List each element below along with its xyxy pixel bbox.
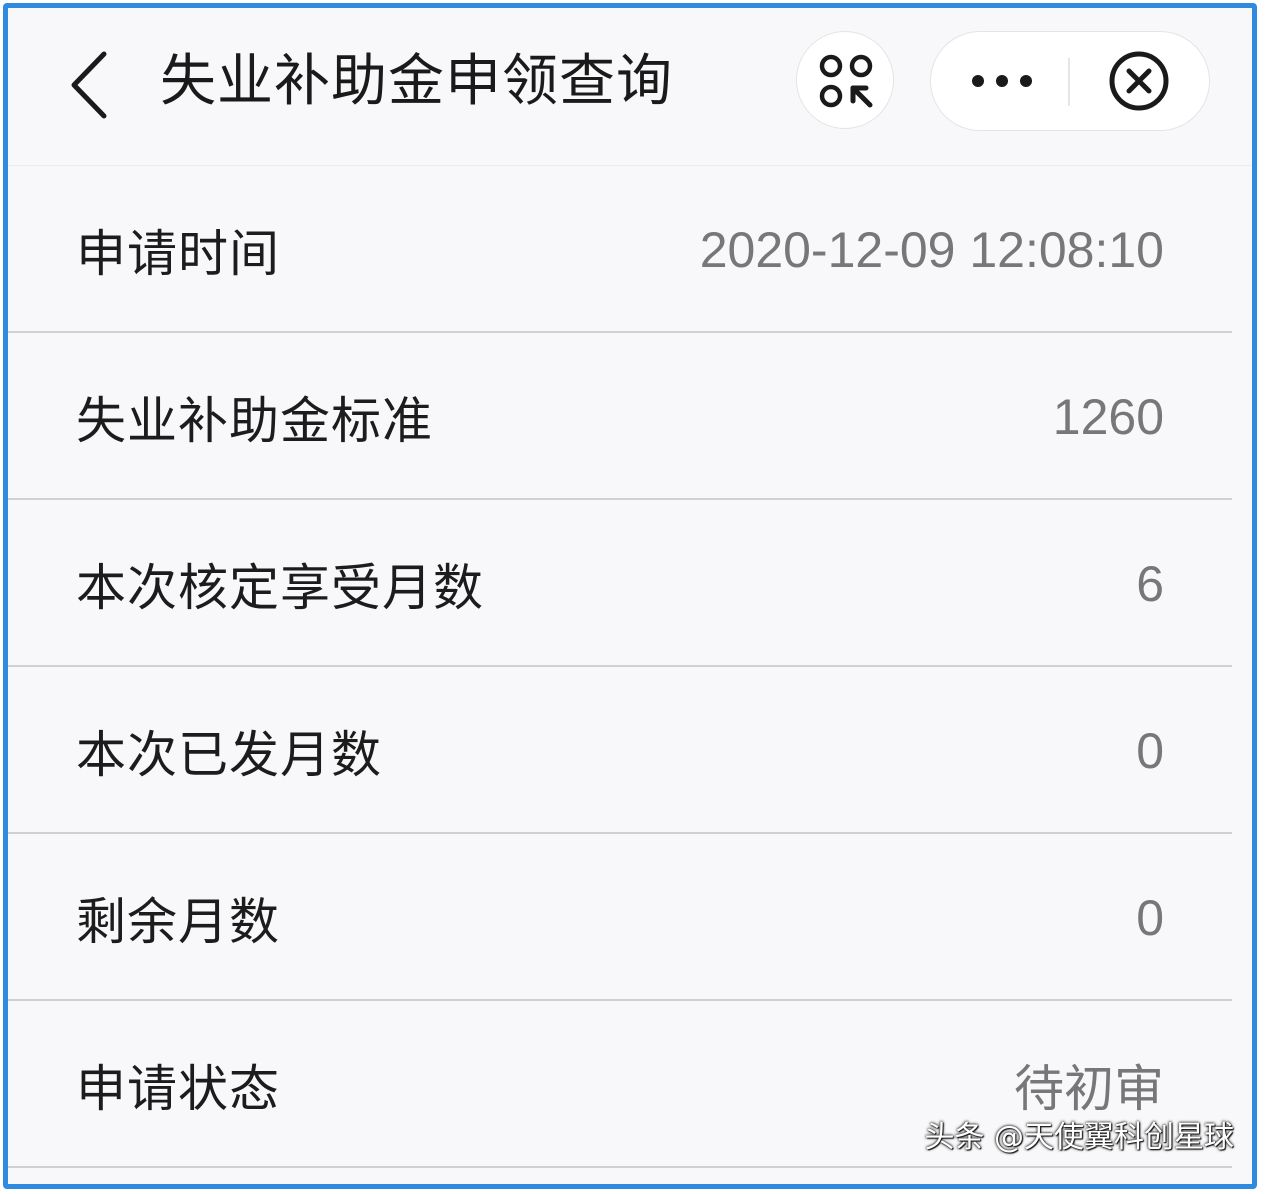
more-button[interactable] <box>931 32 1069 130</box>
list-item-subsidy-standard: 失业补助金标准 1260 <box>8 333 1252 500</box>
row-label: 本次核定享受月数 <box>76 558 484 617</box>
row-label: 失业补助金标准 <box>76 391 433 450</box>
row-label: 申请时间 <box>76 224 280 283</box>
row-label: 剩余月数 <box>76 892 280 951</box>
row-value: 2020-12-09 12:08:10 <box>699 221 1164 278</box>
mini-program-capsule <box>930 31 1210 131</box>
list-item-approved-months: 本次核定享受月数 6 <box>8 500 1252 667</box>
status-value: 待初审 <box>1014 1060 1164 1117</box>
detail-list: 申请时间 2020-12-09 12:08:10 失业补助金标准 1260 本次… <box>8 166 1252 1168</box>
list-item-remaining-months: 剩余月数 0 <box>8 834 1252 1001</box>
scan-button[interactable] <box>796 31 894 129</box>
page-title: 失业补助金申领查询 <box>160 49 673 114</box>
row-value: 0 <box>1136 722 1164 779</box>
row-label: 本次已发月数 <box>76 725 382 784</box>
back-button[interactable] <box>60 48 120 122</box>
app-frame: 失业补助金申领查询 申请时间 2020-12-09 12:08:10 失业补助金… <box>3 3 1257 1189</box>
chevron-left-icon <box>71 51 107 119</box>
capsule-divider <box>1068 58 1070 106</box>
more-dots-icon <box>972 75 1032 87</box>
row-value: 0 <box>1136 889 1164 946</box>
scan-qr-icon <box>819 54 873 108</box>
close-button[interactable] <box>1077 32 1207 130</box>
row-value: 1260 <box>1052 388 1164 445</box>
nav-header: 失业补助金申领查询 <box>8 8 1252 166</box>
row-value: 6 <box>1136 555 1164 612</box>
watermark: 头条 @天使翼科创星球 <box>924 1120 1234 1155</box>
list-item-paid-months: 本次已发月数 0 <box>8 667 1252 834</box>
list-item-apply-time: 申请时间 2020-12-09 12:08:10 <box>8 166 1252 333</box>
row-label: 申请状态 <box>76 1059 280 1118</box>
close-circle-icon <box>1109 51 1169 111</box>
